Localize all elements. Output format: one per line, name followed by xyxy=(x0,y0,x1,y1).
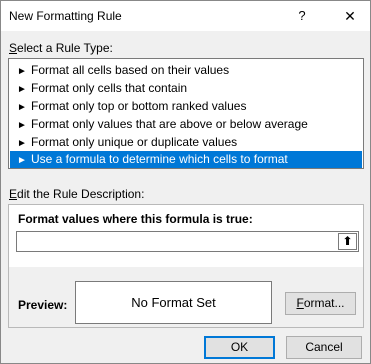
arrow-icon: ► xyxy=(17,102,27,113)
rule-type-item[interactable]: ► Format only top or bottom ranked values xyxy=(10,98,362,115)
formula-label: Format values where this formula is true… xyxy=(18,212,253,226)
arrow-icon: ► xyxy=(17,155,27,166)
arrow-icon: ► xyxy=(17,66,27,77)
dialog-title: New Formatting Rule xyxy=(9,9,122,23)
title-bar: New Formatting Rule ? ✕ xyxy=(1,1,370,31)
format-button[interactable]: Format... xyxy=(285,292,356,315)
close-button[interactable]: ✕ xyxy=(333,2,367,30)
preview-text: No Format Set xyxy=(131,295,216,310)
new-formatting-rule-dialog: New Formatting Rule ? ✕ Select a Rule Ty… xyxy=(0,0,371,364)
cancel-button[interactable]: Cancel xyxy=(286,336,362,359)
arrow-icon: ► xyxy=(17,120,27,131)
preview-label: Preview: xyxy=(18,298,68,312)
rule-type-item[interactable]: ► Format only unique or duplicate values xyxy=(10,134,362,151)
help-button[interactable]: ? xyxy=(287,2,317,30)
rule-type-item[interactable]: ► Format only values that are above or be… xyxy=(10,116,362,133)
rule-type-item-selected[interactable]: ► Use a formula to determine which cells … xyxy=(10,151,362,168)
collapse-dialog-icon[interactable]: ⬆ xyxy=(338,233,357,250)
rule-type-list[interactable]: ► Format all cells based on their values … xyxy=(8,58,364,169)
arrow-icon: ► xyxy=(17,138,27,149)
rule-type-item[interactable]: ► Format all cells based on their values xyxy=(10,62,362,79)
formula-input[interactable] xyxy=(16,231,359,252)
rule-description-label: Edit the Rule Description: xyxy=(9,187,145,201)
rule-type-item[interactable]: ► Format only cells that contain xyxy=(10,80,362,97)
arrow-icon: ► xyxy=(17,84,27,95)
rule-type-label: Select a Rule Type: xyxy=(9,41,113,55)
formula-panel: Format values where this formula is true… xyxy=(9,205,363,267)
ok-button[interactable]: OK xyxy=(204,336,275,359)
rule-description-panel: Format values where this formula is true… xyxy=(8,204,364,328)
preview-box: No Format Set xyxy=(75,281,272,324)
